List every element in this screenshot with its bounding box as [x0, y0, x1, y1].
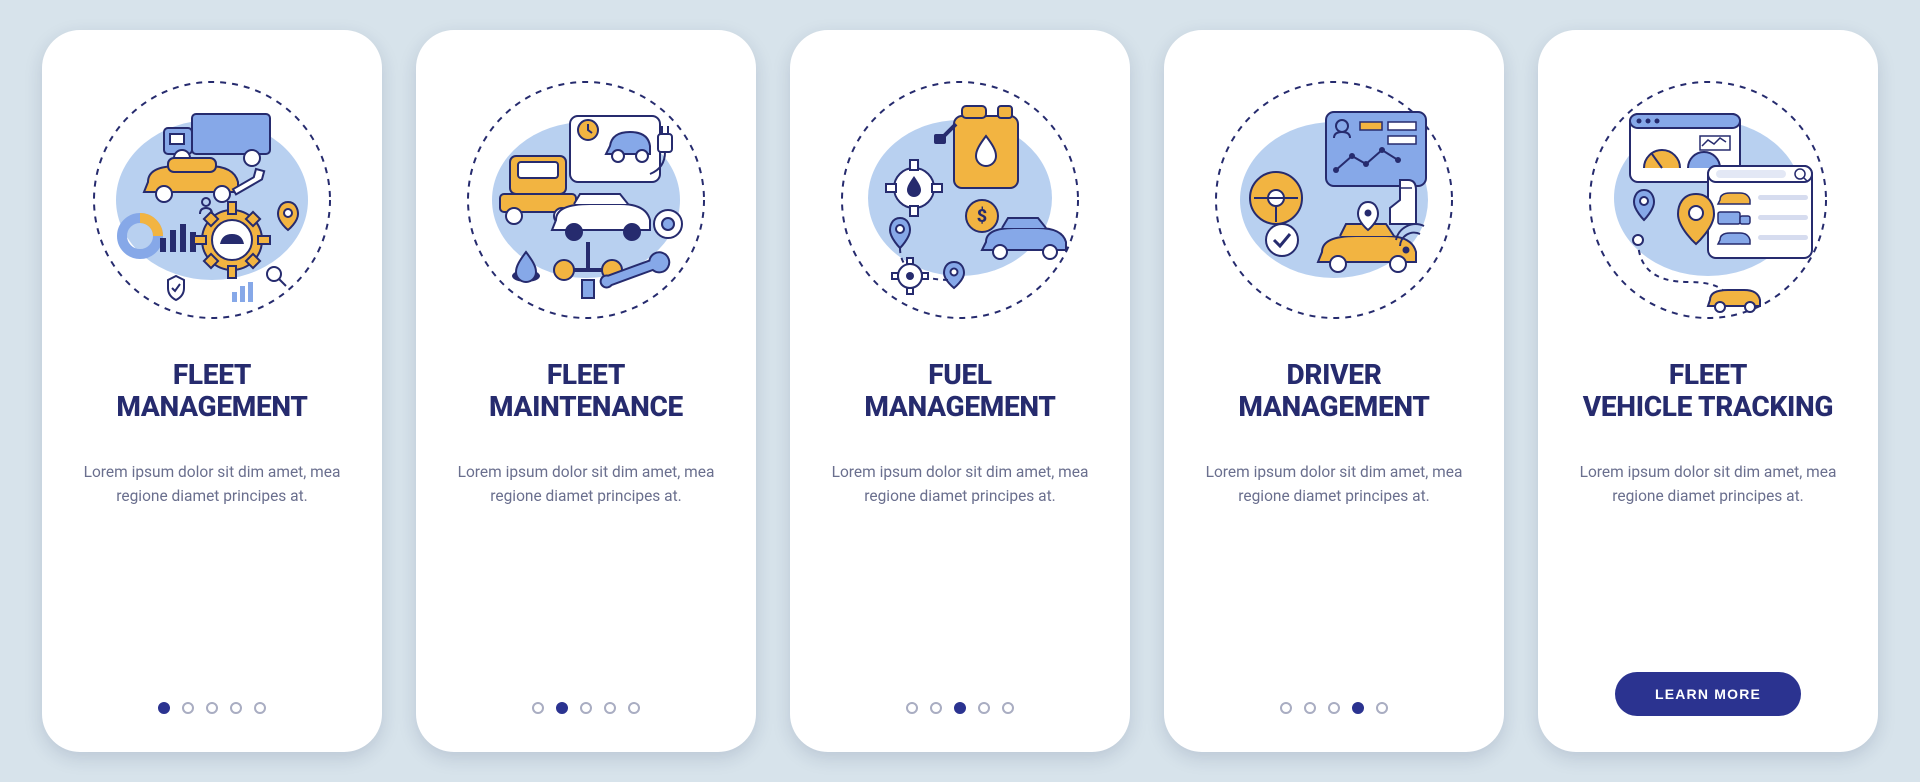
- fleet-maintenance-icon: [456, 70, 716, 330]
- pager-dot[interactable]: [628, 702, 640, 714]
- pager-dot[interactable]: [158, 702, 170, 714]
- fleet-management-icon: [82, 70, 342, 330]
- pager-dot[interactable]: [230, 702, 242, 714]
- pager-dot[interactable]: [182, 702, 194, 714]
- pager-dot[interactable]: [1304, 702, 1316, 714]
- pager-dot[interactable]: [532, 702, 544, 714]
- pager-dot[interactable]: [556, 702, 568, 714]
- pager-dot[interactable]: [604, 702, 616, 714]
- card-description: Lorem ipsum dolor sit dim amet, mea regi…: [818, 460, 1102, 702]
- card-title: FUEL MANAGEMENT: [864, 358, 1055, 424]
- card-title: DRIVER MANAGEMENT: [1238, 358, 1429, 424]
- card-description: Lorem ipsum dolor sit dim amet, mea regi…: [70, 460, 354, 702]
- pager-dot[interactable]: [580, 702, 592, 714]
- fuel-management-icon: $: [830, 70, 1090, 330]
- pager-dots: [532, 702, 640, 714]
- pager-dot[interactable]: [906, 702, 918, 714]
- pager-dot[interactable]: [254, 702, 266, 714]
- driver-management-icon: [1204, 70, 1464, 330]
- card-description: Lorem ipsum dolor sit dim amet, mea regi…: [1566, 460, 1850, 672]
- onboarding-card-fuel-management: $: [790, 30, 1130, 752]
- learn-more-button[interactable]: LEARN MORE: [1615, 672, 1801, 716]
- card-title: FLEET VEHICLE TRACKING: [1583, 358, 1833, 424]
- pager-dot[interactable]: [1376, 702, 1388, 714]
- card-description: Lorem ipsum dolor sit dim amet, mea regi…: [1192, 460, 1476, 702]
- onboarding-card-fleet-management: FLEET MANAGEMENT Lorem ipsum dolor sit d…: [42, 30, 382, 752]
- pager-dot[interactable]: [930, 702, 942, 714]
- svg-text:$: $: [977, 206, 987, 227]
- onboarding-card-fleet-tracking: FLEET VEHICLE TRACKING Lorem ipsum dolor…: [1538, 30, 1878, 752]
- onboarding-card-fleet-maintenance: FLEET MAINTENANCE Lorem ipsum dolor sit …: [416, 30, 756, 752]
- pager-dot[interactable]: [1328, 702, 1340, 714]
- card-description: Lorem ipsum dolor sit dim amet, mea regi…: [444, 460, 728, 702]
- pager-dots: [906, 702, 1014, 714]
- pager-dot[interactable]: [206, 702, 218, 714]
- fleet-tracking-icon: [1578, 70, 1838, 330]
- pager-dot[interactable]: [954, 702, 966, 714]
- card-title: FLEET MANAGEMENT: [116, 358, 307, 424]
- pager-dots: [158, 702, 266, 714]
- pager-dot[interactable]: [978, 702, 990, 714]
- pager-dot[interactable]: [1352, 702, 1364, 714]
- card-title: FLEET MAINTENANCE: [489, 358, 683, 424]
- pager-dot[interactable]: [1002, 702, 1014, 714]
- onboarding-card-driver-management: DRIVER MANAGEMENT Lorem ipsum dolor sit …: [1164, 30, 1504, 752]
- pager-dots: [1280, 702, 1388, 714]
- pager-dot[interactable]: [1280, 702, 1292, 714]
